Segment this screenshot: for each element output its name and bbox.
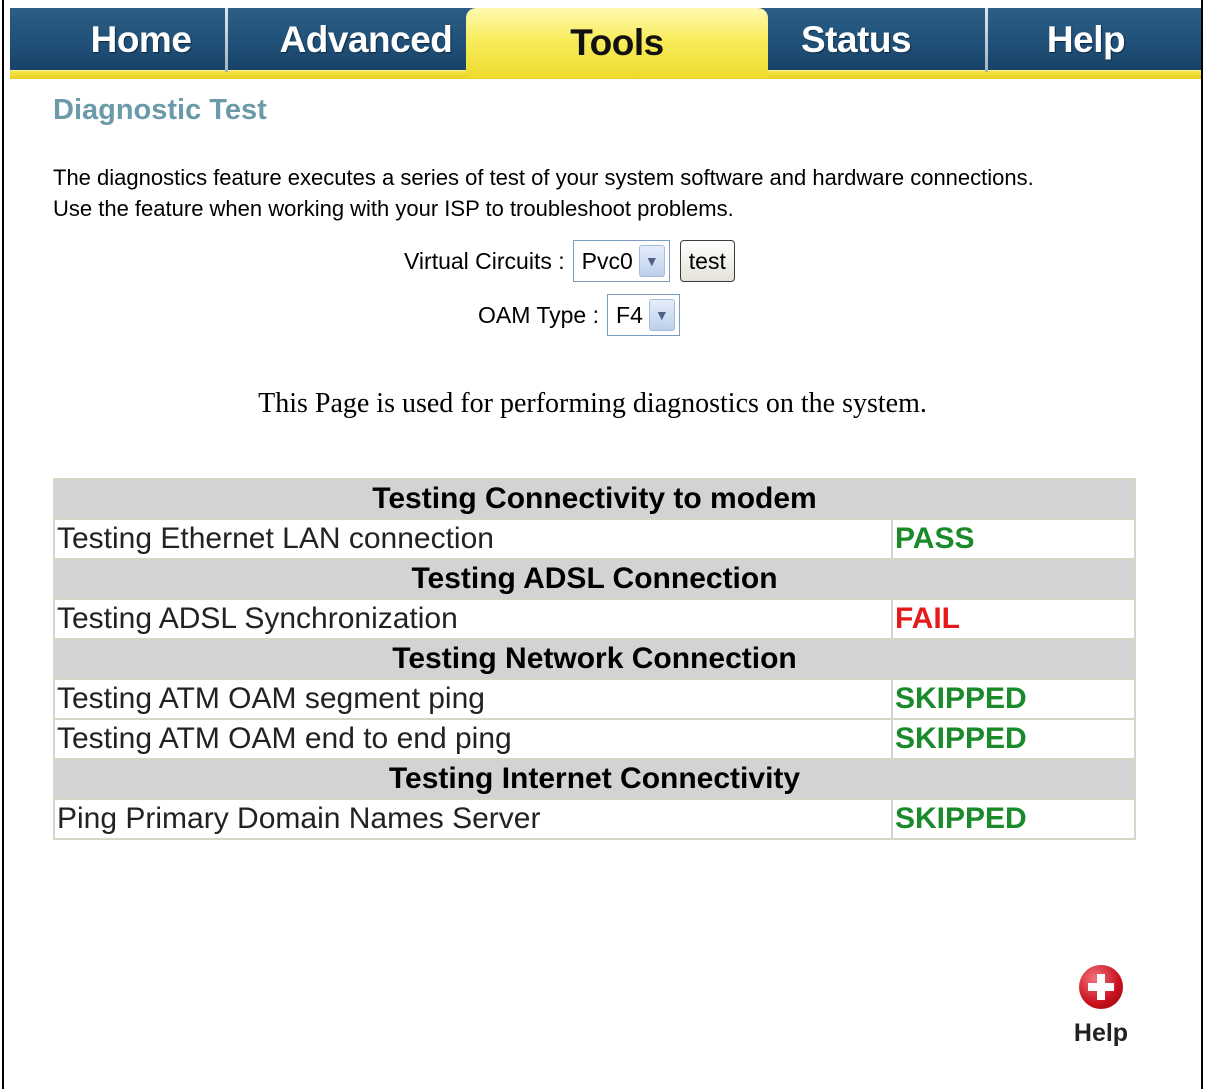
test-name: Ping Primary Domain Names Server	[53, 798, 893, 840]
test-name: Testing Ethernet LAN connection	[53, 518, 893, 560]
virtual-circuits-row: Virtual Circuits : Pvc0 ▼ test	[404, 240, 735, 282]
chevron-down-icon[interactable]: ▼	[648, 299, 675, 331]
oam-type-label: OAM Type :	[478, 301, 600, 328]
chevron-down-icon[interactable]: ▼	[638, 245, 665, 277]
oam-type-row: OAM Type : F4 ▼	[478, 294, 680, 336]
help-widget[interactable]: Help	[1070, 965, 1132, 1048]
test-button[interactable]: test	[679, 240, 735, 282]
table-row: Testing ATM OAM segment ping SKIPPED	[53, 678, 1136, 720]
tab-separator	[225, 8, 228, 72]
table-row: Testing Ethernet LAN connection PASS	[53, 518, 1136, 560]
tab-home[interactable]: Home	[82, 10, 200, 70]
virtual-circuits-value: Pvc0	[581, 247, 633, 274]
plus-circle-icon[interactable]	[1079, 965, 1123, 1009]
test-name: Testing ADSL Synchronization	[53, 598, 893, 640]
section-title: Testing Internet Connectivity	[53, 758, 1136, 800]
virtual-circuits-select[interactable]: Pvc0 ▼	[572, 240, 670, 282]
table-row: Ping Primary Domain Names Server SKIPPED	[53, 798, 1136, 840]
section-header-row: Testing ADSL Connection	[53, 558, 1136, 600]
oam-type-value: F4	[616, 301, 643, 328]
tab-tools[interactable]: Tools	[466, 8, 768, 78]
section-title: Testing Connectivity to modem	[53, 478, 1136, 520]
tab-separator	[985, 8, 988, 72]
tab-help[interactable]: Help	[1036, 10, 1136, 70]
table-row: Testing ATM OAM end to end ping SKIPPED	[53, 718, 1136, 760]
test-result: PASS	[891, 518, 1136, 560]
diagnostic-results-table: Testing Connectivity to modem Testing Et…	[53, 478, 1136, 840]
oam-type-select[interactable]: F4 ▼	[607, 294, 680, 336]
section-header-row: Testing Internet Connectivity	[53, 758, 1136, 800]
test-result: SKIPPED	[891, 798, 1136, 840]
section-header-row: Testing Connectivity to modem	[53, 478, 1136, 520]
test-result: SKIPPED	[891, 678, 1136, 720]
section-title: Testing ADSL Connection	[53, 558, 1136, 600]
section-header-row: Testing Network Connection	[53, 638, 1136, 680]
test-result: SKIPPED	[891, 718, 1136, 760]
test-name: Testing ATM OAM segment ping	[53, 678, 893, 720]
page-title: Diagnostic Test	[53, 94, 267, 126]
test-name: Testing ATM OAM end to end ping	[53, 718, 893, 760]
help-label[interactable]: Help	[1074, 1019, 1128, 1048]
tab-status[interactable]: Status	[794, 10, 918, 70]
page-description: The diagnostics feature executes a serie…	[53, 165, 1034, 221]
table-row: Testing ADSL Synchronization FAIL	[53, 598, 1136, 640]
virtual-circuits-label: Virtual Circuits :	[404, 247, 565, 274]
section-title: Testing Network Connection	[53, 638, 1136, 680]
tab-advanced[interactable]: Advanced	[266, 10, 466, 70]
test-result: FAIL	[891, 598, 1136, 640]
info-text: This Page is used for performing diagnos…	[258, 388, 927, 419]
